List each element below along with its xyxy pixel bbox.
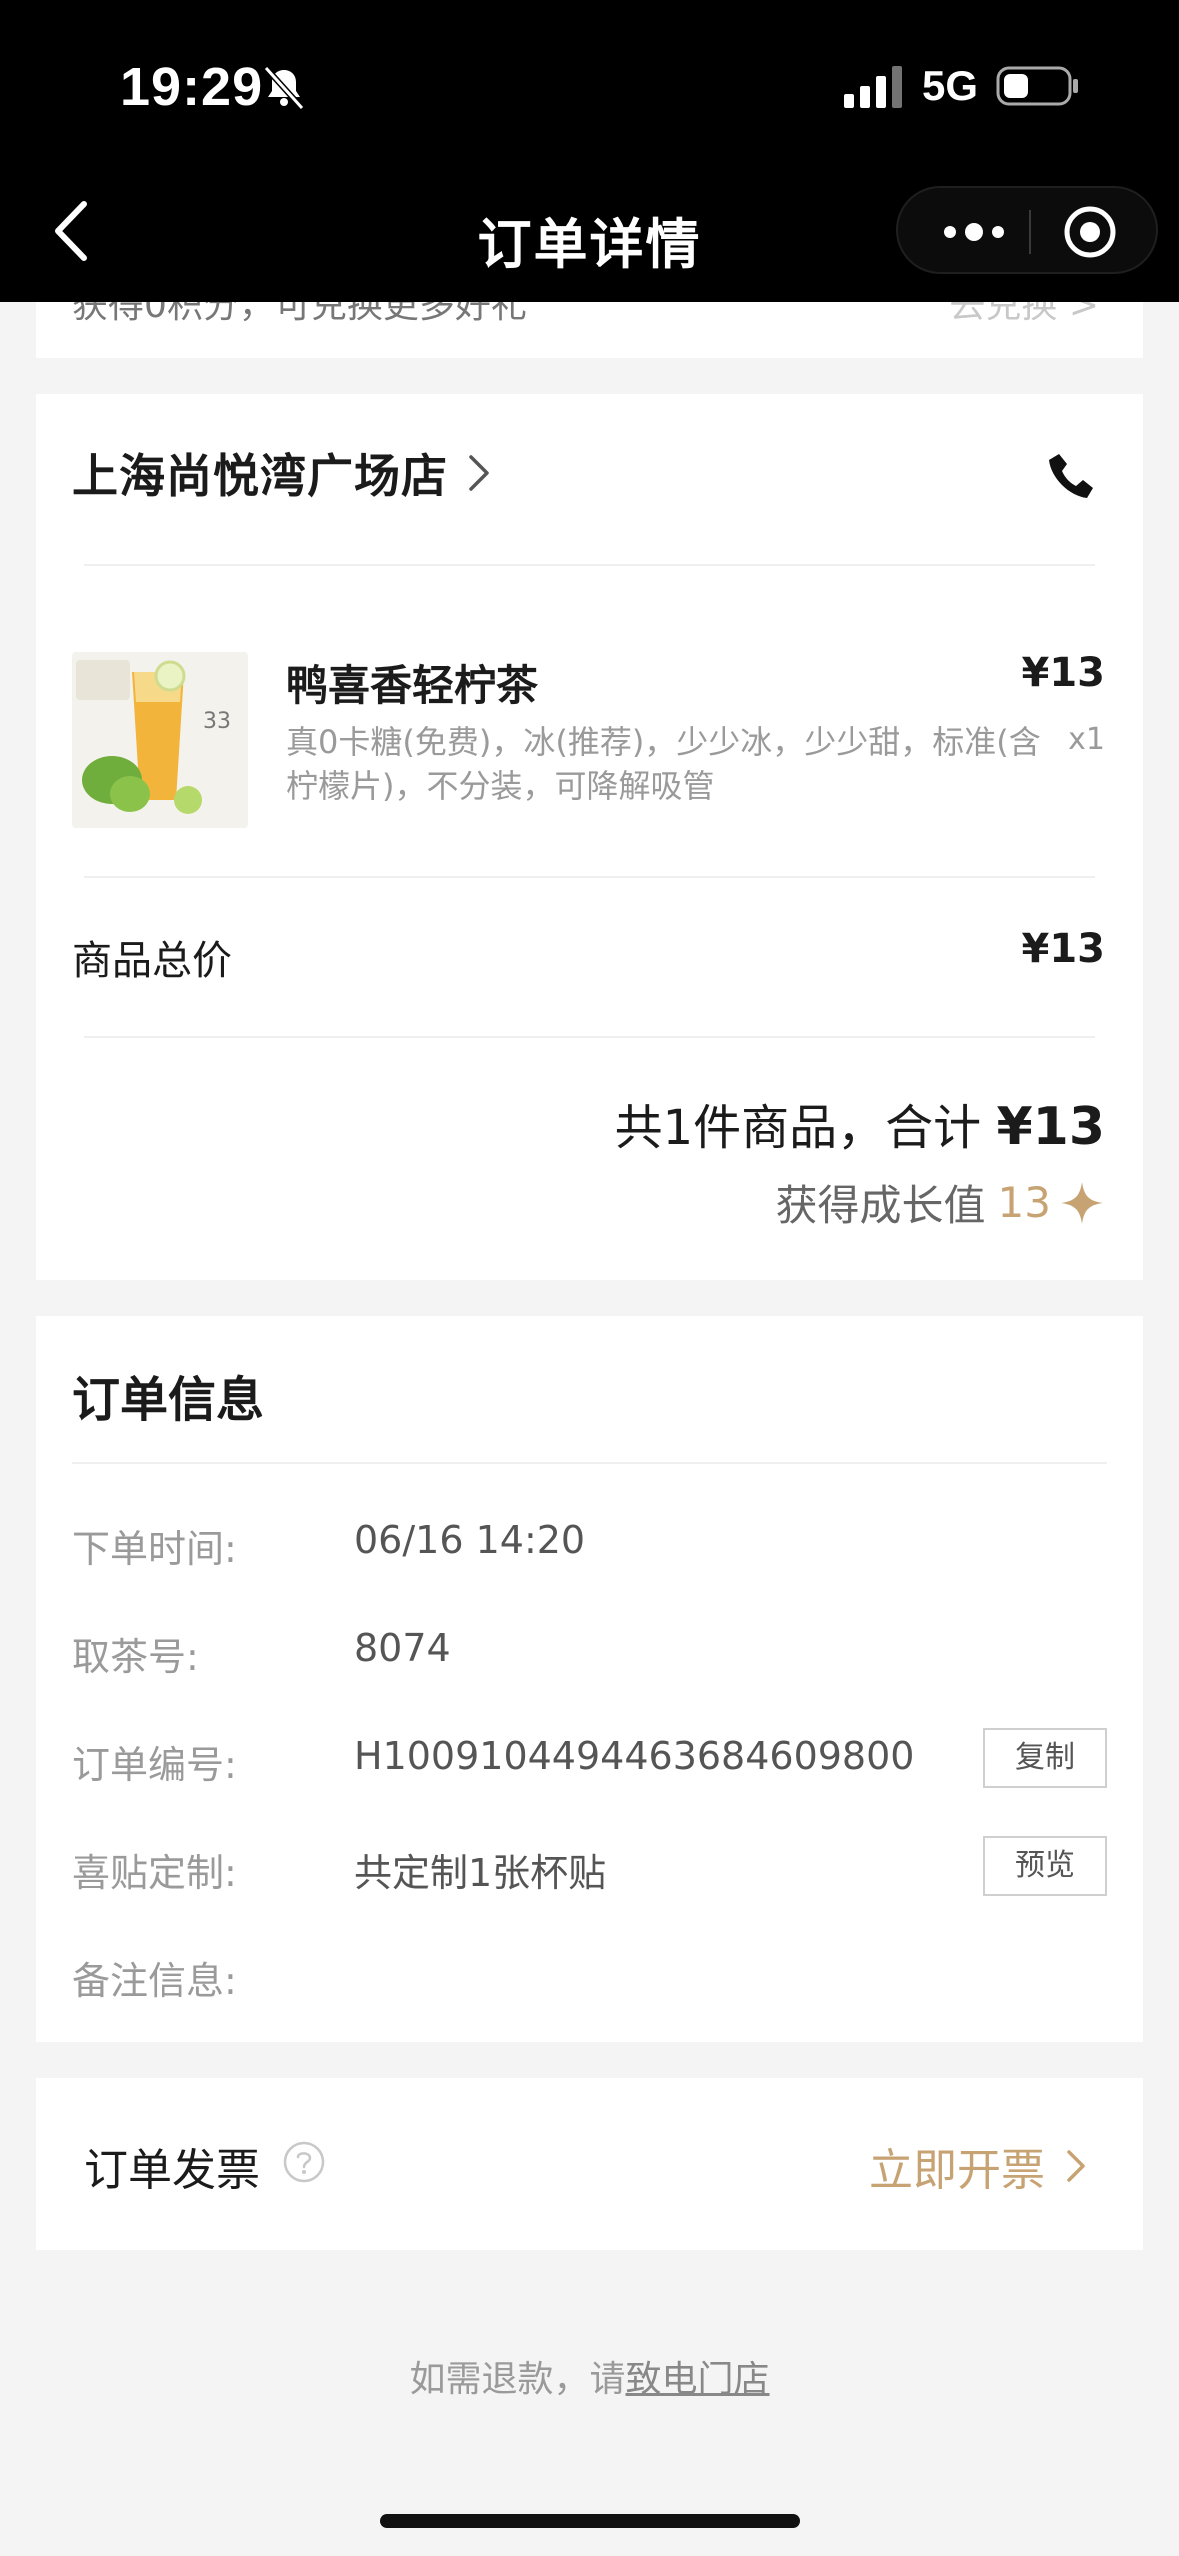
subtotal-value: ¥13 xyxy=(1021,926,1106,972)
divider xyxy=(84,876,1095,878)
copy-button[interactable]: 复制 xyxy=(983,1728,1107,1788)
call-store-link[interactable]: 致电门店 xyxy=(626,2359,770,2400)
order-info-card: 订单信息 下单时间: 06/16 14:20 取茶号: 8074 订单编号: H… xyxy=(36,1316,1143,2042)
info-row-order-time: 下单时间: 06/16 14:20 xyxy=(72,1518,1107,1578)
close-miniprogram-icon[interactable] xyxy=(1062,204,1118,260)
refund-note: 如需退款，请致电门店 xyxy=(0,2350,1179,2402)
store-name: 上海尚悦湾广场店 xyxy=(72,449,448,503)
more-icon[interactable] xyxy=(938,208,1010,256)
order-summary: 共1件商品，合计 ¥13 xyxy=(615,1088,1105,1158)
info-label: 备注信息: xyxy=(72,1959,237,2003)
invoice-label: 订单发票 xyxy=(84,2145,260,2196)
chevron-right-icon xyxy=(1067,2150,1085,2182)
phone-icon[interactable] xyxy=(1045,450,1097,502)
product-name: 鸭喜香轻柠茶 xyxy=(286,661,539,710)
info-label: 订单编号: xyxy=(72,1743,237,1787)
info-label: 喜贴定制: xyxy=(72,1851,237,1895)
divider xyxy=(84,1036,1095,1038)
info-row-order-number: 订单编号: H1009104494463684609800 复制 xyxy=(72,1728,1107,1794)
issue-invoice-button[interactable]: 立即开票 xyxy=(869,2134,1087,2198)
info-value: 共定制1张杯贴 xyxy=(354,1851,607,1895)
order-info-title: 订单信息 xyxy=(72,1372,265,1428)
product-quantity: x1 xyxy=(1068,722,1105,757)
info-value: 06/16 14:20 xyxy=(354,1518,586,1562)
product-drink-illustration: 33 xyxy=(72,652,248,828)
info-value: 8074 xyxy=(354,1626,451,1670)
info-row-pickup-number: 取茶号: 8074 xyxy=(72,1626,1107,1686)
growth-points: 获得成长值 13 xyxy=(776,1172,1105,1233)
subtotal-label: 商品总价 xyxy=(72,938,232,984)
divider xyxy=(72,1462,1107,1464)
miniprogram-capsule xyxy=(896,186,1158,274)
info-row-sticker: 喜贴定制: 共定制1张杯贴 预览 xyxy=(72,1836,1107,1902)
status-time: 19:29 xyxy=(120,57,264,117)
product-options: 真0卡糖(免费)，冰(推荐)，少少冰，少少甜，标准(含柠檬片)，不分装，可降解吸… xyxy=(286,723,1041,805)
refund-prefix: 如需退款，请 xyxy=(409,2359,626,2400)
sparkle-icon xyxy=(1061,1181,1103,1224)
bell-muted-icon xyxy=(263,65,305,111)
invoice-card: 订单发票 立即开票 xyxy=(36,2078,1143,2250)
product-price: ¥13 xyxy=(1021,650,1106,696)
capsule-divider xyxy=(1029,210,1031,254)
network-label: 5G xyxy=(922,62,979,109)
preview-button[interactable]: 预览 xyxy=(983,1836,1107,1896)
divider xyxy=(84,564,1095,566)
top-bar: 19:29 5G 订单详情 xyxy=(0,0,1179,302)
summary-total: ¥13 xyxy=(996,1097,1105,1157)
info-value: H1009104494463684609800 xyxy=(354,1734,915,1778)
svg-text:33: 33 xyxy=(203,709,231,734)
signal-icon xyxy=(844,66,902,108)
issue-invoice-label: 立即开票 xyxy=(869,2145,1045,2196)
growth-label: 获得成长值 xyxy=(775,1181,986,1230)
info-label: 下单时间: xyxy=(72,1527,237,1571)
battery-icon xyxy=(996,66,1078,106)
help-icon[interactable] xyxy=(282,2140,326,2184)
order-card: 上海尚悦湾广场店 33 鸭喜香轻柠茶 真0卡糖(免费)，冰(推荐)，少少冰，少少… xyxy=(36,394,1143,1280)
chevron-right-icon xyxy=(469,455,489,491)
summary-count-text: 共1件商品，合计 xyxy=(614,1100,982,1156)
store-row[interactable]: 上海尚悦湾广场店 xyxy=(72,440,492,506)
info-row-remarks: 备注信息: xyxy=(72,1950,1107,2010)
info-label: 取茶号: xyxy=(72,1635,199,1679)
growth-value: 13 xyxy=(997,1178,1051,1227)
product-image: 33 xyxy=(72,652,248,828)
home-indicator[interactable] xyxy=(380,2514,800,2528)
